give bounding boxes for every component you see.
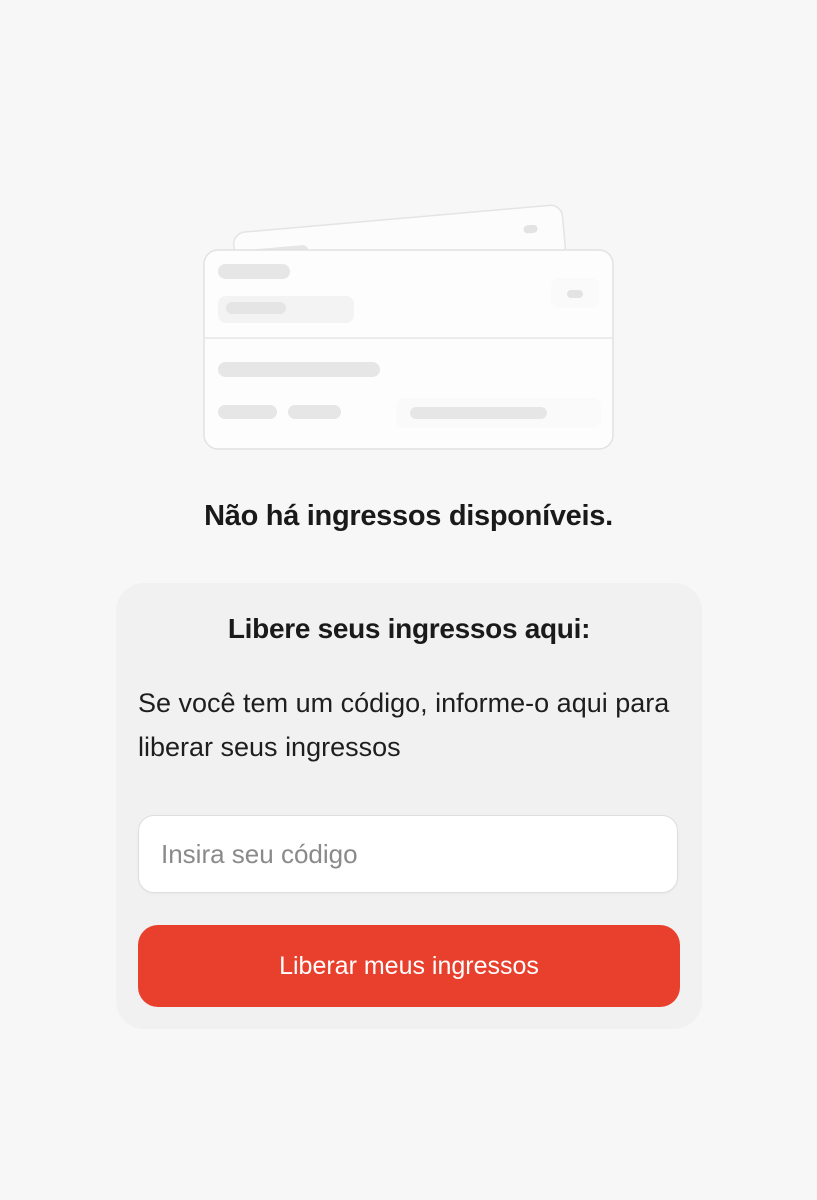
code-input[interactable] <box>138 815 678 893</box>
tickets-placeholder-icon <box>196 180 626 460</box>
empty-state-message: Não há ingressos disponíveis. <box>204 500 613 532</box>
redeem-description: Se você tem um código, informe-o aqui pa… <box>138 688 670 762</box>
redeem-title: Libere seus ingressos aqui: <box>227 613 591 644</box>
redeem-card: Libere seus ingressos aqui: Se você tem … <box>116 583 702 1029</box>
release-tickets-button[interactable]: Liberar meus ingressos <box>138 925 680 1007</box>
